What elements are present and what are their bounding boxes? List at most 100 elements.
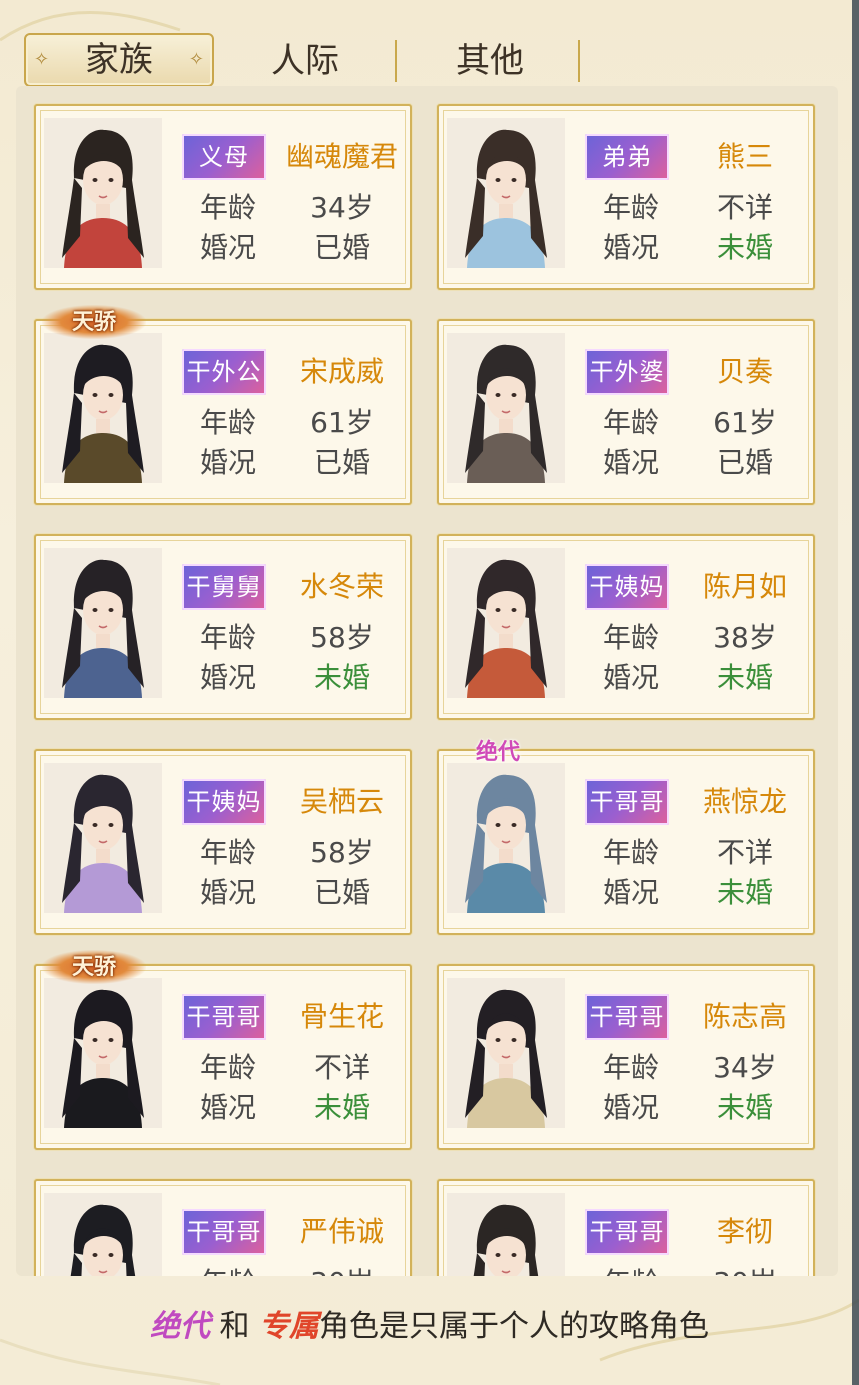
age-label: 年龄 — [199, 1051, 256, 1084]
screen-edge — [852, 0, 859, 1385]
character-card[interactable]: 天骄 干哥哥 骨生花 年龄 不详 婚况 未婚 — [34, 950, 412, 1150]
age-value: 61岁 — [310, 406, 374, 439]
tab-divider — [395, 40, 397, 82]
age-value: 38岁 — [713, 621, 777, 654]
jue-dai-tag: 绝代 — [149, 1309, 210, 1344]
character-card[interactable]: 干舅舅 水冬荣 年龄 58岁 婚况 未婚 — [34, 534, 412, 720]
marital-status: 未婚 — [716, 1091, 773, 1124]
marital-label: 婚况 — [199, 231, 256, 264]
character-card[interactable]: 干姨妈 吴栖云 年龄 58岁 婚况 已婚 — [34, 749, 412, 935]
age-value: 不详 — [716, 191, 773, 224]
character-name: 李彻 — [716, 1215, 773, 1248]
relation-label: 干姨妈 — [585, 564, 669, 610]
age-value: 30岁 — [282, 1261, 402, 1276]
marital-status: 已婚 — [313, 446, 370, 479]
age-label: 年龄 — [589, 1261, 673, 1276]
marital-label: 婚况 — [602, 1091, 659, 1124]
marital-label: 婚况 — [602, 446, 659, 479]
age-value: 58岁 — [310, 621, 374, 654]
character-card[interactable]: 义母 幽魂魔君 年龄 34岁 婚况 已婚 — [34, 104, 412, 290]
character-name: 水冬荣 — [299, 570, 384, 603]
age-label: 年龄 — [199, 406, 256, 439]
character-name: 幽魂魔君 — [285, 140, 398, 173]
age-value: 61岁 — [713, 406, 777, 439]
marital-status: 未婚 — [716, 876, 773, 909]
age-label: 年龄 — [186, 1261, 270, 1276]
relation-label: 干哥哥 — [585, 779, 669, 825]
character-portrait — [447, 1193, 565, 1276]
character-name: 宋成威 — [299, 355, 384, 388]
age-label: 年龄 — [199, 191, 256, 224]
character-card[interactable]: 天骄 干外公 宋成威 年龄 61岁 婚况 已婚 — [34, 305, 412, 505]
age-value: 58岁 — [310, 836, 374, 869]
relation-label: 干姨妈 — [182, 779, 266, 825]
age-label: 年龄 — [602, 1051, 659, 1084]
marital-status: 已婚 — [716, 446, 773, 479]
character-portrait — [44, 763, 162, 913]
character-portrait — [447, 548, 565, 698]
marital-label: 婚况 — [199, 1091, 256, 1124]
marital-status: 已婚 — [313, 876, 370, 909]
character-list[interactable]: 义母 幽魂魔君 年龄 34岁 婚况 已婚 弟弟 熊三 年龄 不详 婚况 未婚 天… — [16, 86, 838, 1276]
age-label: 年龄 — [602, 621, 659, 654]
relation-label: 干哥哥 — [182, 1209, 266, 1255]
character-card[interactable]: 干哥哥 严伟诚 年龄 30岁 婚况 — [34, 1179, 412, 1276]
character-card[interactable]: 弟弟 熊三 年龄 不详 婚况 未婚 — [437, 104, 815, 290]
character-card[interactable]: 绝代 干哥哥 燕惊龙 年龄 不详 婚况 未婚 — [437, 739, 815, 935]
rarity-badge: 绝代 — [475, 739, 520, 765]
character-portrait — [447, 333, 565, 483]
marital-status: 未婚 — [716, 661, 773, 694]
character-portrait — [44, 548, 162, 698]
relation-label: 弟弟 — [585, 134, 669, 180]
relation-label: 干哥哥 — [182, 994, 266, 1040]
character-card[interactable]: 干姨妈 陈月如 年龄 38岁 婚况 未婚 — [437, 534, 815, 720]
relation-label: 干外婆 — [585, 349, 669, 395]
character-portrait — [44, 978, 162, 1128]
character-name: 陈月如 — [702, 570, 787, 603]
age-value: 34岁 — [713, 1051, 777, 1084]
character-portrait — [447, 118, 565, 268]
tab-relations[interactable]: 人际 — [230, 36, 380, 86]
age-value: 不详 — [313, 1051, 370, 1084]
character-portrait — [44, 333, 162, 483]
character-portrait — [44, 1193, 162, 1276]
tab-family[interactable]: 家族 — [24, 33, 214, 87]
tab-bar: 家族 人际 其他 — [0, 0, 859, 90]
character-card[interactable]: 干哥哥 李彻 年龄 30岁 婚况 — [437, 1179, 815, 1276]
marital-label: 婚况 — [602, 876, 659, 909]
relation-label: 干哥哥 — [585, 994, 669, 1040]
age-value: 30岁 — [685, 1261, 805, 1276]
tab-divider — [578, 40, 580, 82]
footer-note: 绝代 和 专属角色是只属于个人的攻略角色 — [149, 1309, 710, 1344]
character-card[interactable]: 干哥哥 陈志高 年龄 34岁 婚况 未婚 — [437, 964, 815, 1150]
character-portrait — [447, 978, 565, 1128]
character-name: 贝奏 — [716, 355, 773, 388]
relation-label: 义母 — [182, 134, 266, 180]
age-value: 不详 — [716, 836, 773, 869]
age-label: 年龄 — [602, 191, 659, 224]
relation-label: 干哥哥 — [585, 1209, 669, 1255]
age-label: 年龄 — [602, 406, 659, 439]
rarity-badge: 天骄 — [42, 950, 146, 984]
character-name: 严伟诚 — [299, 1215, 384, 1248]
character-name: 燕惊龙 — [702, 785, 787, 818]
character-portrait — [447, 763, 565, 913]
marital-status: 已婚 — [313, 231, 370, 264]
marital-status: 未婚 — [313, 661, 370, 694]
age-label: 年龄 — [602, 836, 659, 869]
marital-label: 婚况 — [199, 446, 256, 479]
marital-label: 婚况 — [199, 661, 256, 694]
tab-other[interactable]: 其他 — [415, 36, 565, 86]
rarity-badge: 天骄 — [42, 305, 146, 339]
relation-label: 干舅舅 — [182, 564, 266, 610]
character-name: 熊三 — [716, 140, 773, 173]
character-name: 陈志高 — [702, 1000, 787, 1033]
age-value: 34岁 — [310, 191, 374, 224]
character-card[interactable]: 干外婆 贝奏 年龄 61岁 婚况 已婚 — [437, 319, 815, 505]
marital-status: 未婚 — [716, 231, 773, 264]
age-label: 年龄 — [199, 836, 256, 869]
marital-label: 婚况 — [602, 661, 659, 694]
relation-label: 干外公 — [182, 349, 266, 395]
marital-status: 未婚 — [313, 1091, 370, 1124]
character-name: 吴栖云 — [299, 785, 384, 818]
